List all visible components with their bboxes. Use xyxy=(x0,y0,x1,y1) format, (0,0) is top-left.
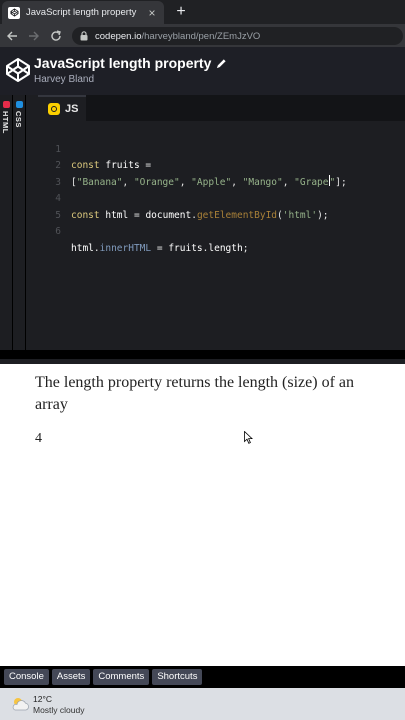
html-pane-collapsed[interactable]: HTML xyxy=(0,95,13,350)
close-tab-icon[interactable]: × xyxy=(146,7,158,19)
pen-title[interactable]: JavaScript length property xyxy=(34,55,227,71)
url-path: /harveybland/pen/ZEmJzVO xyxy=(141,30,261,42)
console-button[interactable]: Console xyxy=(4,669,49,685)
html-pane-label: HTML xyxy=(1,111,10,134)
js-code-editor[interactable]: 1 const fruits = 2 ["Banana", "Orange", … xyxy=(38,125,405,254)
preview-result-value: 4 xyxy=(35,431,42,446)
css-badge-icon xyxy=(16,101,23,108)
code-line: 1 const fruits = xyxy=(38,125,405,172)
shortcuts-button[interactable]: Shortcuts xyxy=(152,669,203,685)
url-host: codepen.io xyxy=(95,30,142,42)
forward-button[interactable] xyxy=(24,26,44,46)
reload-button[interactable] xyxy=(46,26,66,46)
js-pane: JS 1 const fruits = 2 ["Banana", "Orange… xyxy=(38,95,405,350)
partly-cloudy-icon[interactable] xyxy=(11,697,30,711)
line-number: 6 xyxy=(55,226,61,237)
codepen-header: JavaScript length property Harvey Bland xyxy=(0,47,405,95)
pen-author[interactable]: Harvey Bland xyxy=(34,74,94,85)
code-line: 3 xyxy=(38,158,405,188)
css-pane-collapsed[interactable]: CSS xyxy=(13,95,26,350)
preview-paragraph: The length property returns the length (… xyxy=(35,374,354,413)
js-badge-icon xyxy=(48,103,60,115)
code-line: 2 ["Banana", "Orange", "Apple", "Mango",… xyxy=(38,142,405,188)
lock-icon xyxy=(80,31,88,41)
editor-resize-handle[interactable] xyxy=(0,350,405,359)
code-line: 4 const html = document.getElementById('… xyxy=(38,175,405,221)
html-badge-icon xyxy=(3,101,10,108)
result-preview: The length property returns the length (… xyxy=(0,364,405,666)
comments-button[interactable]: Comments xyxy=(93,669,150,685)
screen: JavaScript length property × + codepen.i… xyxy=(0,0,405,720)
js-tab-label: JS xyxy=(65,103,79,115)
weather-condition[interactable]: Mostly cloudy xyxy=(33,705,85,715)
codepen-footer-bar: Console Assets Comments Shortcuts xyxy=(0,666,405,688)
css-pane-label: CSS xyxy=(14,111,23,128)
browser-tab-strip: JavaScript length property × + xyxy=(0,0,405,24)
code-editor-area: HTML CSS JS 1 const fruits = 2 ["Banana"… xyxy=(0,95,405,364)
back-arrow-icon xyxy=(7,31,17,40)
js-tab-bar: JS xyxy=(38,95,405,121)
code-line: 5 xyxy=(38,191,405,221)
browser-toolbar: codepen.io/harveybland/pen/ZEmJzVO xyxy=(0,24,405,47)
pen-title-text: JavaScript length property xyxy=(34,55,212,71)
back-button[interactable] xyxy=(2,26,22,46)
weather-temperature[interactable]: 12°C xyxy=(33,694,52,704)
codepen-favicon-icon xyxy=(8,6,20,19)
address-bar[interactable]: codepen.io/harveybland/pen/ZEmJzVO xyxy=(72,27,403,45)
mouse-cursor-icon xyxy=(244,431,253,444)
pencil-icon[interactable] xyxy=(216,58,227,69)
codepen-logo-icon[interactable] xyxy=(5,57,31,83)
browser-tab[interactable]: JavaScript length property × xyxy=(2,1,164,24)
browser-tab-title: JavaScript length property xyxy=(26,7,137,18)
os-taskbar: 12°C Mostly cloudy xyxy=(0,688,405,720)
reload-icon xyxy=(51,29,61,41)
forward-arrow-icon xyxy=(29,31,39,40)
code-line: 6 html.innerHTML = fruits.length; xyxy=(38,208,405,254)
assets-button[interactable]: Assets xyxy=(51,669,91,685)
new-tab-button[interactable]: + xyxy=(172,3,190,21)
tab-js[interactable]: JS xyxy=(38,95,86,121)
code-text: html.innerHTML = fruits.length; xyxy=(71,242,249,254)
